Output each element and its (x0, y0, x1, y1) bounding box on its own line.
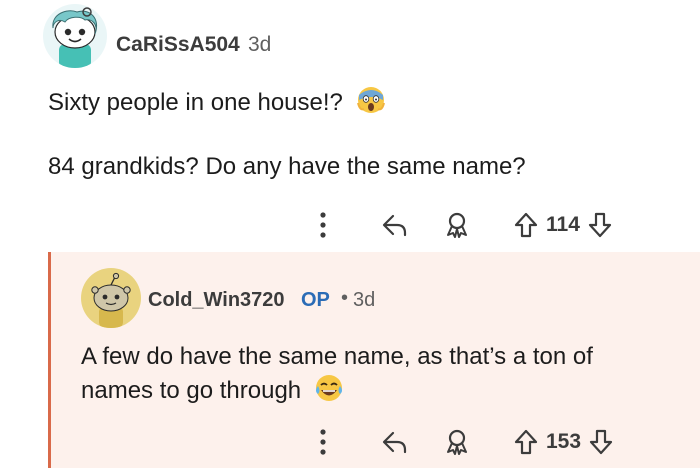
comment-text-line-2: 84 grandkids? Do any have the same name? (48, 153, 526, 180)
separator-dot: • (341, 287, 349, 309)
reply-actions: 153 (308, 422, 615, 462)
downvote-icon[interactable] (586, 212, 614, 238)
reply-username[interactable]: Cold_Win3720 (148, 289, 285, 312)
upvote-icon[interactable] (512, 429, 540, 455)
snoo-avatar-icon (91, 272, 131, 328)
comment: CaRiSsA504 3d Sixty people in one house!… (0, 0, 700, 250)
vote-count: 114 (546, 213, 580, 236)
reply-timestamp: 3d (353, 289, 376, 311)
laughing-tears-icon (314, 373, 344, 410)
screaming-face-icon (356, 85, 386, 122)
op-badge: OP (301, 289, 330, 311)
vote-count: 153 (546, 430, 582, 453)
comment-username[interactable]: CaRiSsA504 (116, 33, 240, 57)
downvote-icon[interactable] (587, 429, 615, 455)
upvote-icon[interactable] (512, 212, 540, 238)
reply-text-line-1: A few do have the same name, as that’s a… (81, 343, 593, 370)
more-options-icon[interactable] (308, 211, 338, 239)
comment-actions: 114 (308, 205, 614, 245)
more-options-icon[interactable] (308, 428, 338, 456)
snoo-avatar-icon (52, 7, 97, 68)
comment-text: Sixty people in one house!? (48, 88, 343, 116)
reply-icon[interactable] (380, 212, 410, 238)
award-icon[interactable] (442, 428, 472, 456)
award-icon[interactable] (442, 211, 472, 239)
comment-timestamp: 3d (248, 33, 272, 56)
reply-text: names to go through (81, 376, 302, 404)
reply-icon[interactable] (380, 429, 410, 455)
reply-avatar[interactable] (81, 268, 141, 328)
reply-text-line-2: names to go through (81, 373, 344, 410)
comment-text-line-1: Sixty people in one house!? (48, 85, 386, 122)
avatar[interactable] (43, 4, 107, 68)
